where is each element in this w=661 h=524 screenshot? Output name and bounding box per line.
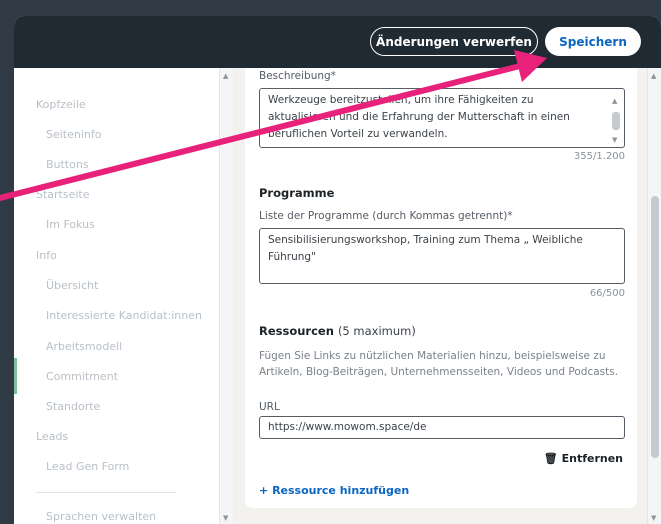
trash-icon: 🗑 [543, 452, 558, 465]
main-scrollbar[interactable]: ▲ ▼ [647, 68, 661, 524]
description-char-counter: 355/1.200 [573, 151, 625, 162]
sidebar-section-info[interactable]: Info [36, 249, 57, 262]
main-scroll-thumb[interactable] [651, 196, 659, 458]
resources-heading: Ressourcen (5 maximum) [259, 324, 416, 338]
add-resource-label: Ressource hinzufügen [272, 484, 410, 497]
remove-label: Entfernen [561, 452, 623, 465]
sidebar-item-interessierte-kandidaten[interactable]: Interessierte Kandidat:innen [46, 309, 202, 322]
sidebar-section-leads[interactable]: Leads [36, 430, 68, 443]
sidebar-item-buttons[interactable]: Buttons [46, 158, 89, 171]
description-label: Beschreibung* [259, 70, 336, 82]
sidebar-item-standorte[interactable]: Standorte [46, 400, 100, 413]
resources-limit-note: (5 maximum) [337, 324, 416, 338]
sidebar-divider [36, 492, 176, 493]
programs-label: Liste der Programme (durch Kommas getren… [259, 210, 513, 222]
sidebar-item-uebersicht[interactable]: Übersicht [46, 279, 98, 292]
edit-page-modal: Änderungen verwerfen Speichern Kopfzeile… [14, 16, 661, 524]
scroll-up-icon[interactable]: ▲ [612, 93, 622, 110]
sidebar-item-seiteninfo[interactable]: Seiteninfo [46, 128, 102, 141]
textarea-scroll-thumb[interactable] [612, 112, 620, 130]
resources-heading-text: Ressourcen [259, 324, 334, 338]
sidebar-item-sprachen-verwalten[interactable]: Sprachen verwalten [46, 510, 156, 523]
programs-heading: Programme [259, 186, 335, 200]
scroll-down-icon[interactable]: ▼ [223, 514, 228, 522]
programs-textarea[interactable]: Sensibilisierungsworkshop, Training zum … [259, 228, 625, 284]
description-line: beruflichen Vorteil zu verwandeln. [268, 128, 448, 140]
url-label: URL [259, 401, 280, 413]
programs-char-counter: 66/500 [589, 288, 625, 299]
description-line: aktualisieren und die Erfahrung der Mutt… [268, 111, 570, 123]
sidebar-item-commitment[interactable]: Commitment [46, 370, 118, 383]
description-line: Werkzeuge bereitzustellen, um ihre Fähig… [268, 94, 534, 106]
form-area: Beschreibung* Werkzeuge bereitzustellen,… [233, 68, 647, 524]
resources-help-text: Fügen Sie Links zu nützlichen Materialie… [259, 350, 619, 378]
sidebar-scrollbar[interactable]: ▲ ▼ [219, 68, 233, 524]
scroll-up-icon[interactable]: ▲ [223, 72, 228, 80]
sidebar-item-arbeitsmodell[interactable]: Arbeitsmodell [46, 340, 122, 353]
resource-url-input[interactable]: https://www.mowom.space/de [259, 416, 625, 439]
scroll-up-icon[interactable]: ▲ [651, 72, 656, 80]
discard-changes-button[interactable]: Änderungen verwerfen [370, 27, 538, 56]
sidebar-active-indicator [14, 358, 17, 394]
programs-value: Sensibilisierungsworkshop, Training zum … [268, 234, 583, 263]
description-textarea[interactable]: Werkzeuge bereitzustellen, um ihre Fähig… [259, 88, 625, 148]
add-resource-button[interactable]: + Ressource hinzufügen [259, 484, 409, 497]
scroll-down-icon[interactable]: ▼ [651, 514, 656, 522]
remove-resource-button[interactable]: 🗑 Entfernen [544, 452, 623, 465]
sidebar-item-im-fokus[interactable]: Im Fokus [46, 218, 95, 231]
sidebar-section-startseite[interactable]: Startseite [36, 188, 90, 201]
modal-header: Änderungen verwerfen Speichern [14, 16, 661, 68]
sidebar-section-kopfzeile[interactable]: Kopfzeile [36, 98, 86, 111]
sidebar-item-lead-gen-form[interactable]: Lead Gen Form [46, 460, 129, 473]
form-card: Beschreibung* Werkzeuge bereitzustellen,… [245, 68, 637, 508]
plus-icon: + [259, 484, 269, 497]
save-button[interactable]: Speichern [545, 27, 641, 56]
sidebar-nav: Kopfzeile Seiteninfo Buttons Startseite … [14, 68, 219, 524]
textarea-scrollbar[interactable]: ▲ ▼ [612, 93, 622, 149]
scroll-down-icon[interactable]: ▼ [612, 132, 622, 149]
